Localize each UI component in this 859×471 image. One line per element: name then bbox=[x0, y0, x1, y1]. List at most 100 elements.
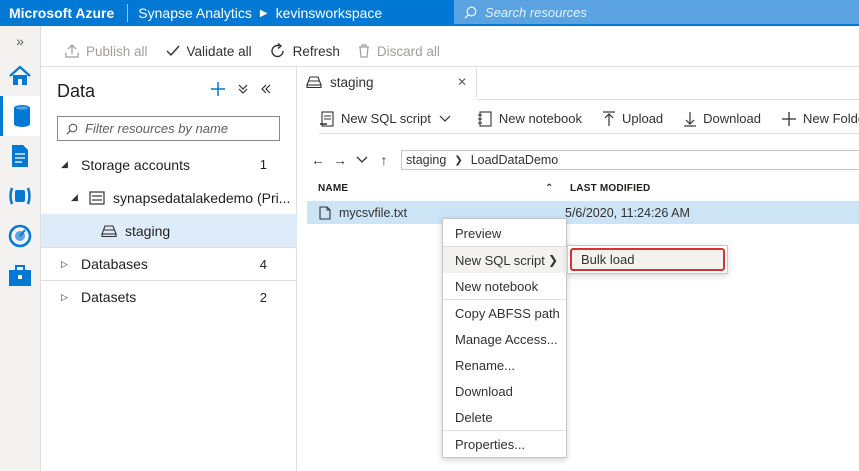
validate-all-button[interactable]: Validate all bbox=[166, 44, 252, 59]
add-icon bbox=[781, 111, 796, 126]
breadcrumb-chevron-icon: ▶ bbox=[259, 7, 268, 19]
home-icon[interactable] bbox=[0, 56, 40, 96]
data-icon[interactable] bbox=[0, 96, 40, 136]
path-segment[interactable]: staging bbox=[406, 153, 446, 167]
menu-item-delete[interactable]: Delete bbox=[443, 404, 568, 430]
menu-item-properties[interactable]: Properties... bbox=[443, 431, 568, 457]
menu-item-bulk-load[interactable]: Bulk load bbox=[570, 248, 725, 271]
manage-icon[interactable] bbox=[0, 256, 40, 296]
refresh-label: Refresh bbox=[292, 43, 340, 59]
tab-staging[interactable]: staging ✕ bbox=[297, 67, 477, 99]
upload-button[interactable]: Upload bbox=[602, 110, 664, 127]
download-button[interactable]: Download bbox=[683, 111, 761, 127]
refresh-button[interactable]: Refresh bbox=[270, 43, 340, 59]
upload-label: Upload bbox=[621, 111, 664, 126]
search-placeholder: Search resources bbox=[485, 4, 587, 20]
new-notebook-label: New notebook bbox=[498, 111, 582, 126]
caret-down-icon[interactable]: ◢ bbox=[71, 192, 78, 203]
container-icon bbox=[101, 224, 117, 237]
close-icon[interactable]: ✕ bbox=[457, 75, 467, 89]
add-icon[interactable] bbox=[210, 81, 226, 97]
publish-all-label: Publish all bbox=[86, 43, 148, 59]
discard-all-label: Discard all bbox=[376, 43, 440, 59]
search-input[interactable]: Search resources bbox=[454, 0, 859, 24]
menu-item-rename[interactable]: Rename... bbox=[443, 352, 568, 378]
validate-all-label: Validate all bbox=[186, 43, 252, 59]
filter-input[interactable]: Filter resources by name bbox=[57, 116, 280, 141]
upload-icon bbox=[65, 44, 79, 58]
tab-label: staging bbox=[330, 74, 374, 90]
collapse-all-icon[interactable] bbox=[238, 83, 248, 95]
download-label: Download bbox=[703, 111, 761, 126]
caret-right-icon[interactable]: ▷ bbox=[61, 259, 68, 270]
submenu: Bulk load bbox=[567, 245, 728, 274]
up-arrow-icon[interactable]: ↑ bbox=[373, 152, 395, 168]
breadcrumb-workspace[interactable]: kevinsworkspace bbox=[276, 5, 383, 21]
chevron-right-icon: ❯ bbox=[547, 253, 558, 267]
download-icon bbox=[684, 111, 697, 127]
command-bar: Publish all Validate all Refresh Discard… bbox=[41, 36, 859, 66]
new-notebook-button[interactable]: New notebook bbox=[477, 110, 582, 127]
tree-item-label: Databases bbox=[81, 256, 148, 272]
tree-item-label: staging bbox=[125, 222, 171, 239]
tree-item-label: synapsedatalakedemo (Pri... bbox=[113, 189, 291, 206]
breadcrumb-service[interactable]: Synapse Analytics bbox=[138, 5, 252, 21]
tree-item-storage-account[interactable]: ◢ synapsedatalakedemo (Pri... bbox=[41, 181, 297, 214]
new-sql-script-button[interactable]: New SQL script bbox=[319, 110, 457, 127]
menu-item-download[interactable]: Download bbox=[443, 378, 568, 404]
breadcrumb[interactable]: staging ❯ LoadDataDemo bbox=[401, 150, 859, 170]
publish-all-button[interactable]: Publish all bbox=[65, 44, 148, 59]
menu-item-preview[interactable]: Preview bbox=[443, 220, 568, 246]
table-header: NAME ⌃ LAST MODIFIED bbox=[307, 177, 859, 199]
new-folder-button[interactable]: New Folder bbox=[781, 111, 859, 127]
search-icon bbox=[464, 6, 477, 19]
sort-ascending-icon[interactable]: ⌃ bbox=[545, 183, 554, 194]
orchestrate-icon[interactable] bbox=[0, 176, 40, 216]
data-panel: Data Filter resources by name ◢ Storage … bbox=[41, 66, 297, 471]
panel-actions bbox=[210, 81, 272, 97]
tree-item-datasets[interactable]: ▷ Datasets 2 bbox=[41, 280, 297, 313]
trash-icon bbox=[358, 44, 369, 58]
sql-script-icon bbox=[320, 110, 334, 127]
tree-item-label: Datasets bbox=[81, 289, 137, 305]
develop-icon[interactable] bbox=[0, 136, 40, 176]
table-row[interactable]: mycsvfile.txt 5/6/2020, 11:24:26 AM bbox=[307, 201, 859, 224]
path-segment[interactable]: LoadDataDemo bbox=[471, 153, 559, 167]
menu-item-manage-access[interactable]: Manage Access... bbox=[443, 326, 568, 352]
menu-item-copy-abfss-path[interactable]: Copy ABFSS path bbox=[443, 300, 568, 326]
chevron-down-icon[interactable] bbox=[351, 156, 373, 164]
tree-item-storage-accounts[interactable]: ◢ Storage accounts 1 bbox=[41, 148, 297, 181]
menu-item-new-notebook[interactable]: New notebook bbox=[443, 273, 568, 299]
container-icon bbox=[306, 76, 322, 88]
column-header-name[interactable]: NAME bbox=[318, 183, 348, 194]
tree-item-count: 2 bbox=[259, 289, 267, 305]
caret-right-icon[interactable]: ▷ bbox=[61, 292, 68, 303]
nav-rail: » bbox=[0, 26, 41, 471]
monitor-icon[interactable] bbox=[0, 216, 40, 256]
forward-arrow-icon[interactable]: → bbox=[329, 152, 351, 168]
checkmark-icon bbox=[166, 45, 180, 57]
back-arrow-icon[interactable]: ← bbox=[307, 152, 329, 168]
menu-item-new-sql-script[interactable]: New SQL script ❯ bbox=[443, 247, 568, 273]
notebook-icon bbox=[477, 110, 492, 127]
caret-down-icon[interactable]: ◢ bbox=[61, 159, 68, 170]
tab-divider bbox=[477, 99, 859, 100]
tree-item-databases[interactable]: ▷ Databases 4 bbox=[41, 247, 297, 280]
topbar-divider bbox=[127, 4, 129, 22]
path-bar: ← → ↑ staging ❯ LoadDataDemo bbox=[307, 149, 859, 171]
file-toolbar: New SQL script New notebook Upload Downl… bbox=[319, 104, 859, 134]
hide-panel-icon[interactable] bbox=[260, 84, 272, 94]
brand-label[interactable]: Microsoft Azure bbox=[0, 5, 124, 21]
tree-item-count: 1 bbox=[259, 157, 267, 172]
path-separator-icon: ❯ bbox=[454, 154, 463, 166]
search-icon bbox=[66, 123, 78, 135]
tree-item-staging[interactable]: staging bbox=[41, 214, 297, 247]
refresh-icon bbox=[270, 43, 284, 58]
upload-icon bbox=[602, 110, 615, 126]
column-header-modified[interactable]: LAST MODIFIED bbox=[570, 183, 650, 194]
expand-rail-button[interactable]: » bbox=[0, 26, 40, 56]
new-sql-script-label: New SQL script bbox=[341, 111, 431, 126]
data-tree: ◢ Storage accounts 1 ◢ synapsedatalakede… bbox=[41, 148, 297, 313]
file-modified: 5/6/2020, 11:24:26 AM bbox=[565, 205, 690, 220]
discard-all-button[interactable]: Discard all bbox=[358, 44, 440, 59]
